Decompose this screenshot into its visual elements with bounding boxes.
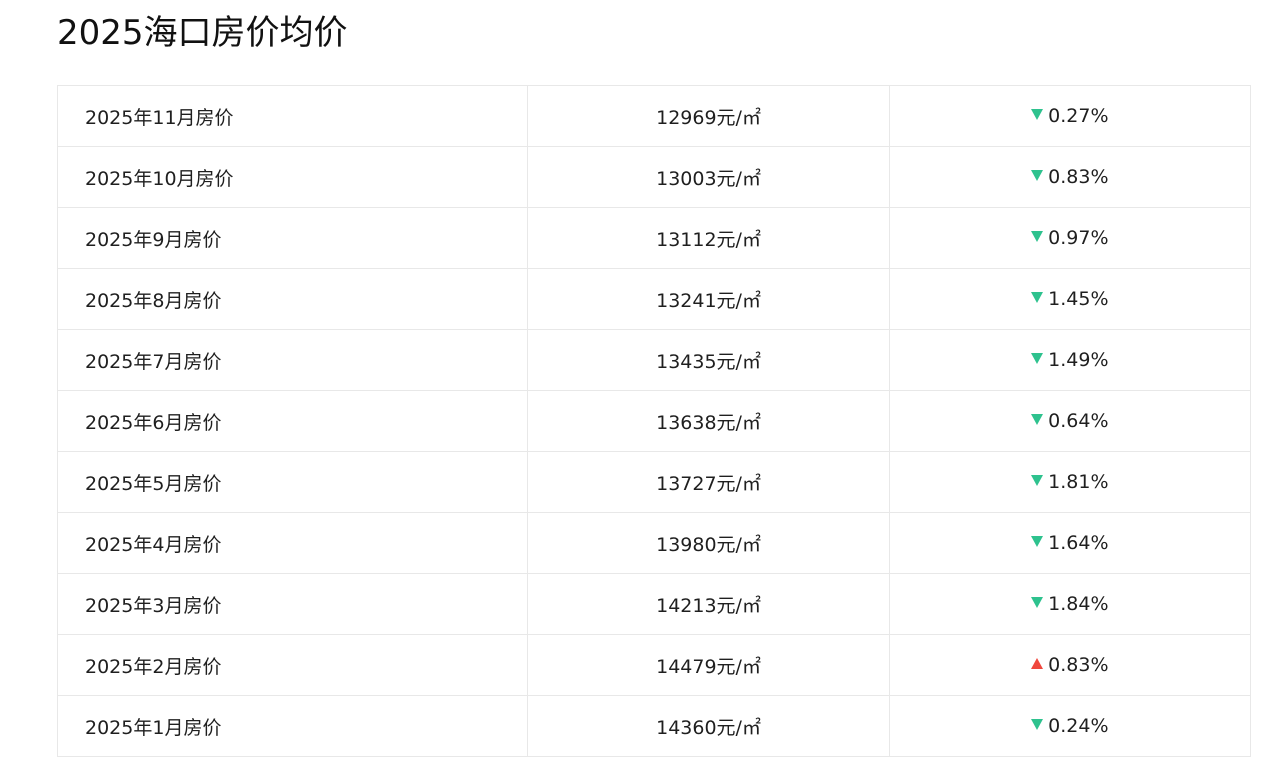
table-row: 2025年7月房价 13435元/㎡ 1.49% xyxy=(56,329,1252,391)
change-value: 1.64% xyxy=(1048,532,1109,554)
price-cell: 13003元/㎡ xyxy=(527,146,890,208)
month-cell: 2025年4月房价 xyxy=(56,512,529,574)
arrow-down-icon xyxy=(1031,231,1044,242)
arrow-down-icon xyxy=(1031,536,1044,547)
arrow-down-icon xyxy=(1031,597,1044,608)
price-cell: 13435元/㎡ xyxy=(527,329,890,391)
price-cell: 13241元/㎡ xyxy=(527,268,890,330)
change-value: 0.83% xyxy=(1048,166,1109,188)
month-cell: 2025年9月房价 xyxy=(56,207,529,269)
table-row: 2025年11月房价 12969元/㎡ 0.27% xyxy=(56,85,1252,147)
table-row: 2025年3月房价 14213元/㎡ 1.84% xyxy=(56,573,1252,635)
change-value: 1.81% xyxy=(1048,471,1109,493)
price-cell: 13638元/㎡ xyxy=(527,390,890,452)
change-cell: 1.45% xyxy=(888,268,1252,330)
arrow-down-icon xyxy=(1031,414,1044,425)
change-value: 0.64% xyxy=(1048,410,1109,432)
month-cell: 2025年1月房价 xyxy=(56,695,529,757)
month-cell: 2025年11月房价 xyxy=(56,85,529,147)
table-row: 2025年6月房价 13638元/㎡ 0.64% xyxy=(56,390,1252,452)
change-cell: 0.83% xyxy=(888,146,1252,208)
arrow-down-icon xyxy=(1031,719,1044,730)
change-cell: 1.64% xyxy=(888,512,1252,574)
arrow-down-icon xyxy=(1031,353,1044,364)
price-cell: 13112元/㎡ xyxy=(527,207,890,269)
change-cell: 0.64% xyxy=(888,390,1252,452)
change-value: 1.49% xyxy=(1048,349,1109,371)
arrow-down-icon xyxy=(1031,170,1044,181)
change-cell: 1.84% xyxy=(888,573,1252,635)
table-row: 2025年9月房价 13112元/㎡ 0.97% xyxy=(56,207,1252,269)
table-row: 2025年2月房价 14479元/㎡ 0.83% xyxy=(56,634,1252,696)
change-value: 0.24% xyxy=(1048,715,1109,737)
arrow-down-icon xyxy=(1031,475,1044,486)
change-cell: 0.27% xyxy=(888,85,1252,147)
price-table: 2025年11月房价 12969元/㎡ 0.27% 2025年10月房价 130… xyxy=(56,85,1252,757)
change-cell: 0.97% xyxy=(888,207,1252,269)
month-cell: 2025年7月房价 xyxy=(56,329,529,391)
table-row: 2025年8月房价 13241元/㎡ 1.45% xyxy=(56,268,1252,330)
change-value: 0.83% xyxy=(1048,654,1109,676)
change-value: 0.97% xyxy=(1048,227,1109,249)
price-cell: 14360元/㎡ xyxy=(527,695,890,757)
price-cell: 13727元/㎡ xyxy=(527,451,890,513)
table-row: 2025年4月房价 13980元/㎡ 1.64% xyxy=(56,512,1252,574)
table-row: 2025年10月房价 13003元/㎡ 0.83% xyxy=(56,146,1252,208)
table-row: 2025年5月房价 13727元/㎡ 1.81% xyxy=(56,451,1252,513)
change-value: 0.27% xyxy=(1048,105,1109,127)
price-cell: 14479元/㎡ xyxy=(527,634,890,696)
month-cell: 2025年2月房价 xyxy=(56,634,529,696)
change-cell: 0.24% xyxy=(888,695,1252,757)
table-row: 2025年1月房价 14360元/㎡ 0.24% xyxy=(56,695,1252,757)
change-cell: 0.83% xyxy=(888,634,1252,696)
arrow-down-icon xyxy=(1031,109,1044,120)
change-value: 1.45% xyxy=(1048,288,1109,310)
page-title: 2025海口房价均价 xyxy=(57,13,348,53)
month-cell: 2025年3月房价 xyxy=(56,573,529,635)
month-cell: 2025年5月房价 xyxy=(56,451,529,513)
change-cell: 1.81% xyxy=(888,451,1252,513)
change-cell: 1.49% xyxy=(888,329,1252,391)
change-value: 1.84% xyxy=(1048,593,1109,615)
month-cell: 2025年10月房价 xyxy=(56,146,529,208)
price-table-body: 2025年11月房价 12969元/㎡ 0.27% 2025年10月房价 130… xyxy=(56,85,1252,757)
arrow-down-icon xyxy=(1031,292,1044,303)
arrow-up-icon xyxy=(1031,658,1044,669)
price-cell: 13980元/㎡ xyxy=(527,512,890,574)
month-cell: 2025年8月房价 xyxy=(56,268,529,330)
price-cell: 12969元/㎡ xyxy=(527,85,890,147)
month-cell: 2025年6月房价 xyxy=(56,390,529,452)
price-cell: 14213元/㎡ xyxy=(527,573,890,635)
